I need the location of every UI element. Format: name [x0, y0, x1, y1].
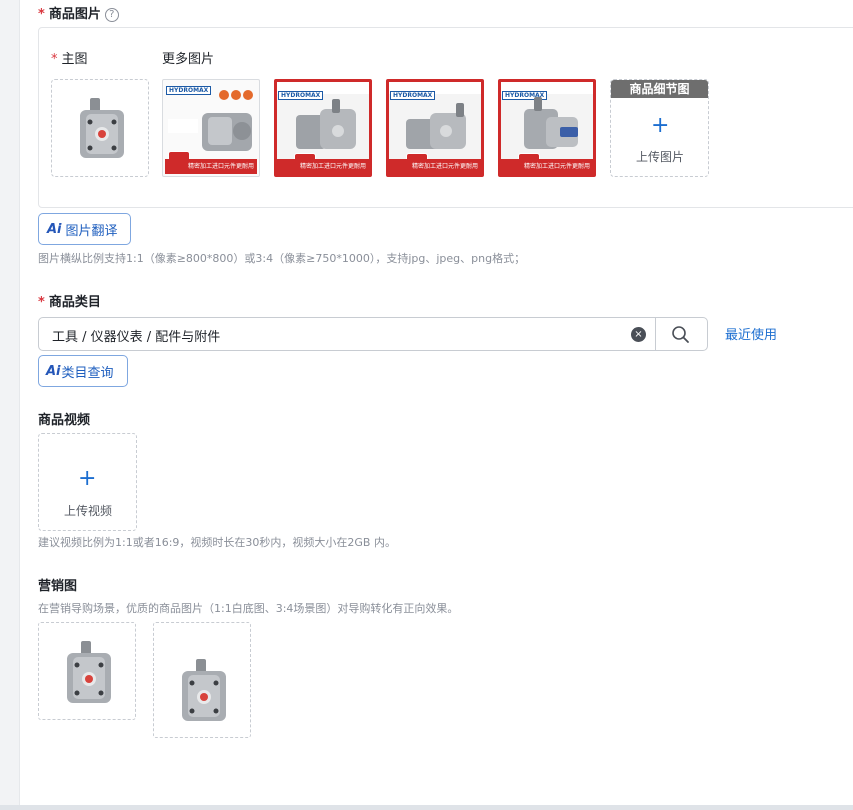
detail-image-tag: 商品细节图	[611, 80, 708, 98]
video-upload[interactable]: + 上传视频	[38, 433, 137, 531]
recent-used-link[interactable]: 最近使用	[725, 324, 777, 343]
upload-image-label: 上传图片	[636, 150, 685, 164]
upload-video-label: 上传视频	[64, 504, 113, 518]
ai-translate-label: 图片翻译	[65, 223, 118, 239]
more-image-thumbnail[interactable]: HYDROMAX 精密加工进口元件更耐用	[498, 79, 596, 177]
ai-image-translate-button[interactable]: Ai 图片翻译	[38, 213, 131, 245]
plus-icon: +	[78, 466, 97, 491]
detail-image-upload[interactable]: 商品细节图 + 上传图片	[610, 79, 709, 177]
promo-banner: 精密加工进口元件更耐用	[501, 159, 593, 174]
video-title: 商品视频	[38, 413, 91, 428]
help-icon[interactable]: ?	[104, 7, 119, 22]
more-image-thumbnail[interactable]: HYDROMAX 精密加工进口元件更耐用	[274, 79, 372, 177]
required-mark: *	[38, 7, 45, 22]
ai-category-label: 类目查询	[61, 365, 114, 381]
category-value: 工具 / 仪器仪表 / 配件与附件	[52, 330, 221, 345]
promo-banner: 精密加工进口元件更耐用	[389, 159, 481, 174]
category-select[interactable]: 工具 / 仪器仪表 / 配件与附件 ×	[38, 317, 708, 351]
required-mark: *	[38, 295, 45, 310]
category-title: * 商品类目	[38, 295, 101, 310]
promo-banner: 精密加工进口元件更耐用	[277, 159, 369, 174]
main-image-label: * 主图	[51, 52, 88, 67]
marketing-title: 营销图	[38, 579, 78, 594]
marketing-image-portrait[interactable]	[153, 622, 251, 738]
ai-category-search-button[interactable]: Ai 类目查询	[38, 355, 128, 387]
marketing-hint: 在营销导购场景，优质的商品图片（1:1白底图、3:4场景图）对导购转化有正向效果…	[38, 602, 459, 615]
bottom-scrollbar[interactable]	[0, 805, 853, 810]
pump-image	[182, 659, 226, 721]
product-images-title: * 商品图片?	[38, 3, 119, 22]
main-image-thumbnail[interactable]	[51, 79, 149, 177]
ai-icon: Ai	[47, 221, 62, 237]
pump-image	[80, 98, 124, 158]
more-images-label: 更多图片	[162, 52, 215, 67]
required-mark: *	[51, 52, 58, 67]
image-format-hint: 图片横纵比例支持1:1（像素≥800*800）或3:4（像素≥750*1000）…	[38, 252, 526, 265]
marketing-image-square[interactable]	[38, 622, 136, 720]
more-image-thumbnail[interactable]: HYDROMAX 精密加工进口元件更耐用	[386, 79, 484, 177]
more-image-thumbnail[interactable]: HYDROMAX 精密加工进口元件更耐用	[162, 79, 260, 177]
search-icon	[672, 326, 689, 343]
plus-icon: +	[651, 113, 670, 138]
ai-icon: Ai	[46, 363, 61, 379]
left-rail	[0, 0, 20, 810]
category-search-button[interactable]	[655, 318, 708, 350]
clear-icon[interactable]: ×	[631, 327, 646, 342]
pump-image	[67, 641, 111, 703]
video-hint: 建议视频比例为1:1或者16:9，视频时长在30秒内，视频大小在2GB 内。	[38, 536, 396, 549]
promo-banner: 精密加工进口元件更耐用	[165, 159, 257, 174]
